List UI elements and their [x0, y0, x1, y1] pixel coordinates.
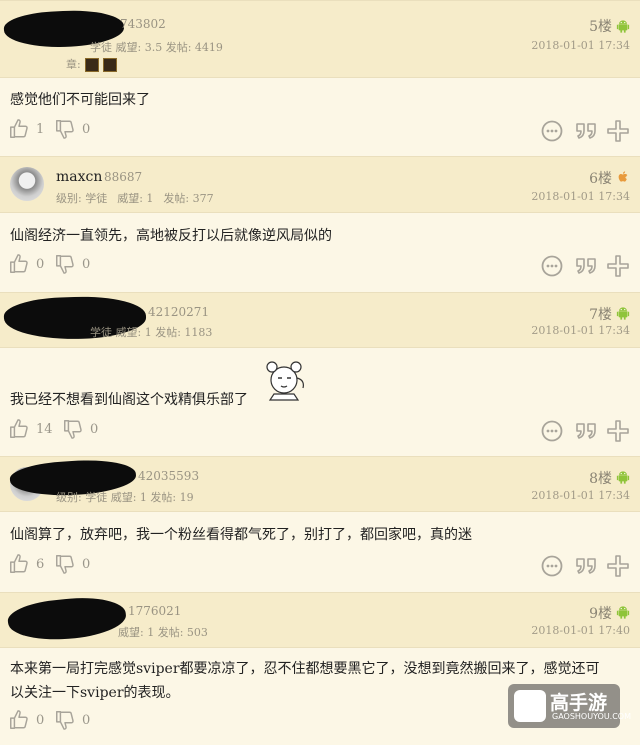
post-header-6: maxcn 88687 级别: 学徒 威望: 1 发帖: 377 6楼 2018-0…	[0, 156, 640, 213]
quote-icon[interactable]	[574, 254, 598, 278]
android-icon	[616, 470, 630, 484]
post-time: 2018-01-01 17:34	[531, 324, 630, 337]
comment-icon[interactable]	[540, 419, 564, 443]
apple-icon	[616, 170, 630, 184]
like-count: 14	[36, 421, 53, 437]
thumbs-up-icon	[8, 709, 30, 731]
user-post-count: 发帖: 377	[163, 192, 214, 205]
post-header-5: 743802 学徒 威望: 3.5 发帖: 4419 章: 5楼 2018-01…	[0, 0, 640, 78]
post-header-9: 1776021 威望: 1 发帖: 503 9楼 2018-01-01 17:4…	[0, 592, 640, 648]
thumbs-down-icon	[62, 418, 84, 440]
comment-icon[interactable]	[540, 254, 564, 278]
thumbs-up-icon	[8, 118, 30, 140]
post-content: 我已经不想看到仙阁这个戏精俱乐部了	[10, 392, 248, 408]
plus-icon[interactable]	[606, 419, 630, 443]
user-meta: 威望: 1 发帖: 503	[118, 626, 208, 639]
thumbs-up-icon	[8, 418, 30, 440]
post-actions: 0 0	[0, 253, 640, 279]
floor-number: 6楼	[589, 171, 612, 187]
redaction-scribble	[6, 592, 128, 646]
dislike-count: 0	[82, 121, 91, 137]
floor-number: 5楼	[589, 19, 612, 35]
dislike-count: 0	[82, 712, 91, 728]
dislike-count: 0	[90, 421, 99, 437]
user-level: 级别: 学徒	[56, 192, 108, 205]
user-id: 42035593	[138, 469, 200, 483]
dislike-button[interactable]: 0	[62, 418, 98, 440]
post-time: 2018-01-01 17:34	[531, 39, 630, 52]
thumbs-down-icon	[54, 118, 76, 140]
quote-icon[interactable]	[574, 119, 598, 143]
comment-icon[interactable]	[540, 119, 564, 143]
user-id: 88687	[104, 170, 143, 184]
plus-icon[interactable]	[606, 119, 630, 143]
post-actions: 6 0	[0, 553, 640, 579]
post-header-8: 42035593 级别: 学徒 威望: 1 发帖: 19 8楼 2018-01-…	[0, 456, 640, 512]
quote-icon[interactable]	[574, 554, 598, 578]
floor-number: 8楼	[589, 471, 612, 487]
user-name[interactable]: maxcn	[56, 169, 102, 185]
comment-icon[interactable]	[540, 554, 564, 578]
badge-label: 章:	[66, 58, 81, 71]
user-id: 1776021	[128, 604, 182, 618]
like-count: 0	[36, 712, 45, 728]
watermark-url: GAOSHOUYOU.COM	[552, 712, 632, 721]
user-meta: 级别: 学徒 威望: 1 发帖: 377	[56, 190, 224, 206]
thumbs-down-icon	[54, 553, 76, 575]
user-reputation: 威望: 1	[117, 192, 154, 205]
avatar[interactable]	[10, 167, 44, 201]
user-id: 42120271	[148, 305, 210, 319]
like-button[interactable]: 0	[8, 253, 44, 275]
like-count: 0	[36, 256, 45, 272]
watermark-title: 高手游	[550, 692, 608, 714]
like-button[interactable]: 6	[8, 553, 44, 575]
like-button[interactable]: 0	[8, 709, 44, 731]
user-id: 743802	[120, 17, 166, 31]
post-content: 仙阁经济一直领先，高地被反打以后就像逆风局似的	[10, 228, 332, 244]
dislike-button[interactable]: 0	[54, 553, 90, 575]
post-content: 感觉他们不可能回来了	[10, 92, 150, 108]
post-actions: 1 0	[0, 118, 640, 144]
android-icon	[616, 306, 630, 320]
post-time: 2018-01-01 17:34	[531, 489, 630, 502]
post-header-7: 42120271 学徒 威望: 1 发帖: 1183 7楼 2018-01-01…	[0, 292, 640, 348]
floor-number: 7楼	[589, 307, 612, 323]
like-count: 6	[36, 556, 45, 572]
post-actions: 14 0	[0, 418, 640, 444]
badge-icon[interactable]	[84, 58, 99, 72]
user-meta: 级别: 学徒 威望: 1 发帖: 19	[56, 491, 194, 504]
post-time: 2018-01-01 17:40	[531, 624, 630, 637]
user-meta: 学徒 威望: 1 发帖: 1183	[90, 326, 213, 339]
like-button[interactable]: 1	[8, 118, 44, 140]
android-icon	[616, 19, 630, 33]
dislike-count: 0	[82, 556, 91, 572]
watermark-g-icon	[514, 690, 546, 722]
like-count: 1	[36, 121, 45, 137]
watermark-logo: 高手游 GAOSHOUYOU.COM	[508, 684, 631, 728]
badge-icon[interactable]	[102, 58, 117, 72]
badges: 章:	[66, 56, 117, 72]
dislike-count: 0	[82, 256, 91, 272]
post-content-line: 本来第一局打完感觉sviper都要凉凉了，忍不住都想要黑它了，没想到竟然搬回来了…	[10, 661, 600, 677]
plus-icon[interactable]	[606, 254, 630, 278]
thumbs-up-icon	[8, 253, 30, 275]
plus-icon[interactable]	[606, 554, 630, 578]
like-button[interactable]: 14	[8, 418, 53, 440]
thumbs-up-icon	[8, 553, 30, 575]
thumbs-down-icon	[54, 709, 76, 731]
post-time: 2018-01-01 17:34	[531, 190, 630, 203]
floor-number: 9楼	[589, 606, 612, 622]
thumbs-down-icon	[54, 253, 76, 275]
dislike-button[interactable]: 0	[54, 253, 90, 275]
post-content: 仙阁算了，放弃吧，我一个粉丝看得都气死了，别打了，都回家吧，真的迷	[10, 527, 472, 543]
dislike-button[interactable]: 0	[54, 118, 90, 140]
dislike-button[interactable]: 0	[54, 709, 90, 731]
quote-icon[interactable]	[574, 419, 598, 443]
android-icon	[616, 605, 630, 619]
user-meta: 学徒 威望: 3.5 发帖: 4419	[90, 41, 223, 54]
